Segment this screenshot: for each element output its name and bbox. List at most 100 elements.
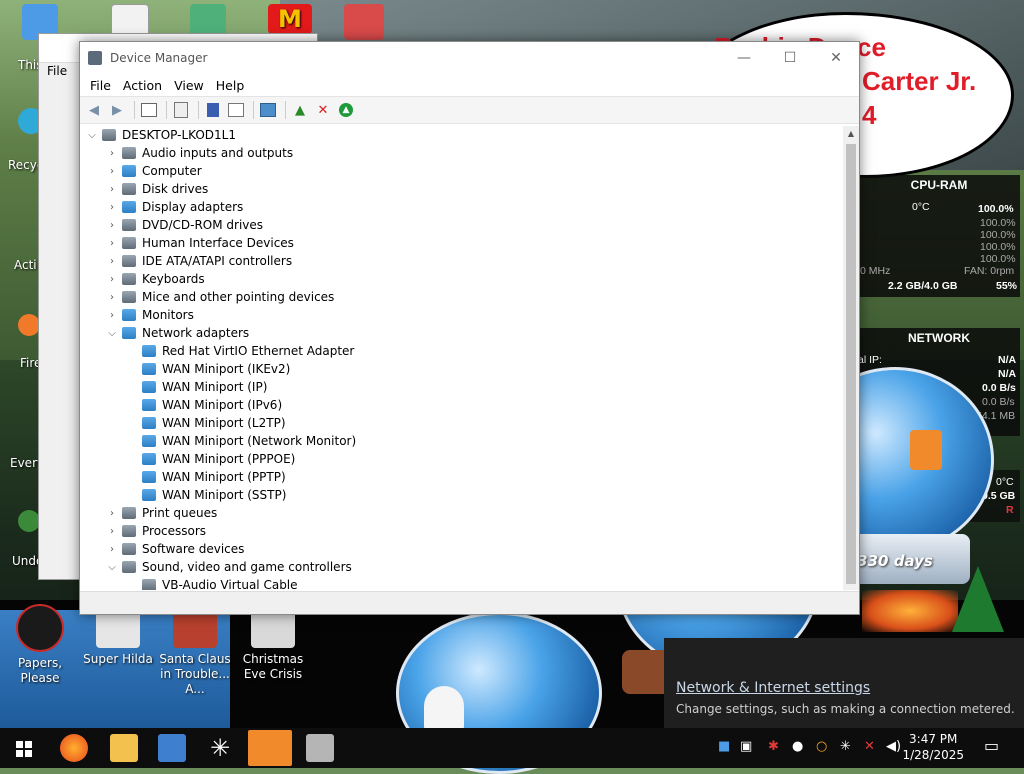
tree-category[interactable]: › Disk drives [80,180,842,198]
left-edge-label[interactable]: Acti [14,258,37,272]
show-hide-tree-icon[interactable] [139,100,159,120]
desktop-icon-santa-claus[interactable]: Santa Claus in Trouble... A... [153,604,237,697]
expand-chevron-icon[interactable]: › [106,310,118,321]
volume-icon[interactable]: ◀) [886,739,901,754]
fan-speed: FAN: 0rpm [964,265,1015,277]
papers-please-icon [16,604,64,652]
action-pane-icon[interactable] [226,100,246,120]
device-manager-titlebar[interactable]: Device Manager — ☐ ✕ [80,42,859,74]
close-button[interactable]: ✕ [813,42,859,74]
device-manager-taskbar-icon[interactable] [306,734,334,762]
expand-chevron-icon[interactable]: › [106,508,118,519]
help-icon[interactable] [203,100,223,120]
tray-app-icon[interactable]: ✱ [768,739,779,754]
expand-chevron-icon[interactable]: › [106,202,118,213]
taskbar-active-app-icon[interactable] [248,730,292,766]
tray-monitor-icon[interactable]: ▣ [740,739,752,754]
maximize-button[interactable]: ☐ [767,42,813,74]
tree-category[interactable]: › Monitors [80,306,842,324]
menu-action[interactable]: Action [117,78,168,93]
fireplace-glow [862,590,958,632]
device-tree[interactable]: ⌵ DESKTOP-LKOD1L1 › Audio inputs and outp… [80,126,842,590]
tree-category[interactable]: › Computer [80,162,842,180]
tree-device[interactable]: WAN Miniport (PPPOE) [80,450,842,468]
tree-category[interactable]: › Audio inputs and outputs [80,144,842,162]
tray-search-icon[interactable]: ○ [816,739,827,754]
scan-hardware-icon[interactable] [258,100,278,120]
collapse-chevron-icon[interactable]: ⌵ [106,562,118,573]
taskbar-app-icon[interactable] [158,734,186,762]
minimize-button[interactable]: — [721,42,767,74]
network-adapter-icon [142,381,156,393]
expand-chevron-icon[interactable]: › [106,274,118,285]
scrollbar-thumb[interactable] [846,144,856,584]
tree-device[interactable]: WAN Miniport (IKEv2) [80,360,842,378]
device-category-icon [122,255,136,267]
toolbar-separator [134,101,135,119]
tree-device[interactable]: WAN Miniport (SSTP) [80,486,842,504]
menu-view[interactable]: View [168,78,210,93]
network-disconnected-icon[interactable]: ✕ [864,739,875,754]
tree-device[interactable]: VB-Audio Virtual Cable [80,576,842,590]
scroll-up-icon[interactable]: ▲ [843,126,859,142]
clock-time: 3:47 PM [909,732,958,746]
expand-chevron-icon[interactable]: › [106,148,118,159]
tree-item-label: WAN Miniport (SSTP) [162,488,287,502]
tree-root[interactable]: ⌵ DESKTOP-LKOD1L1 [80,126,842,144]
tree-device[interactable]: Red Hat VirtIO Ethernet Adapter [80,342,842,360]
tree-device[interactable]: WAN Miniport (L2TP) [80,414,842,432]
notification-center-icon[interactable]: ▭ [984,736,999,755]
enable-device-icon[interactable]: ▲ [336,100,356,120]
firefox-taskbar-icon[interactable] [60,734,88,762]
collapse-chevron-icon[interactable]: ⌵ [106,328,118,339]
tree-item-label: Disk drives [142,182,209,196]
expand-chevron-icon[interactable]: › [106,526,118,537]
back-arrow-icon[interactable]: ◀ [84,100,104,120]
expand-chevron-icon[interactable]: › [106,166,118,177]
network-settings-link[interactable]: Network & Internet settings [676,680,870,696]
tree-item-label: Computer [142,164,202,178]
tree-category[interactable]: ⌵ Sound, video and game controllers [80,558,842,576]
background-window-menu-file[interactable]: File [47,64,67,78]
menu-file[interactable]: File [84,78,117,93]
tray-sparkle-icon[interactable]: ✳ [840,739,851,754]
expand-chevron-icon[interactable]: › [106,220,118,231]
tree-device[interactable]: WAN Miniport (PPTP) [80,468,842,486]
tree-category[interactable]: › Keyboards [80,270,842,288]
menu-help[interactable]: Help [210,78,251,93]
tree-device[interactable]: WAN Miniport (IP) [80,378,842,396]
tree-category[interactable]: ⌵ Network adapters [80,324,842,342]
tree-device[interactable]: WAN Miniport (Network Monitor) [80,432,842,450]
taskbar-sparkle-icon[interactable]: ✳ [206,734,234,762]
expand-chevron-icon[interactable]: › [106,184,118,195]
tree-category[interactable]: › IDE ATA/ATAPI controllers [80,252,842,270]
update-driver-icon[interactable]: ▲ [290,100,310,120]
vertical-scrollbar[interactable]: ▲ [843,126,859,590]
expand-chevron-icon[interactable]: › [106,238,118,249]
desktop-icon-5[interactable] [322,4,406,44]
uninstall-device-icon[interactable]: ✕ [313,100,333,120]
start-button[interactable] [10,734,38,762]
tree-category[interactable]: › DVD/CD-ROM drives [80,216,842,234]
properties-icon[interactable] [171,100,191,120]
expand-chevron-icon[interactable]: › [106,544,118,555]
tray-windows-icon[interactable]: ■ [718,739,730,754]
tray-droplet-icon[interactable]: ● [792,739,803,754]
desktop-icon-christmas-eve[interactable]: Christmas Eve Crisis [231,604,315,682]
tree-category[interactable]: › Mice and other pointing devices [80,288,842,306]
desktop-icon-papers-please[interactable]: Papers, Please [0,604,80,686]
tree-category[interactable]: › Human Interface Devices [80,234,842,252]
collapse-chevron-icon[interactable]: ⌵ [86,130,98,141]
expand-chevron-icon[interactable]: › [106,256,118,267]
tree-category[interactable]: › Display adapters [80,198,842,216]
tree-category[interactable]: › Processors [80,522,842,540]
expand-chevron-icon[interactable]: › [106,292,118,303]
tree-device[interactable]: WAN Miniport (IPv6) [80,396,842,414]
taskbar-clock[interactable]: 3:47 PM 1/28/2025 [902,731,964,763]
forward-arrow-icon[interactable]: ▶ [107,100,127,120]
network-adapter-icon [142,345,156,357]
tree-category[interactable]: › Software devices [80,540,842,558]
tree-category[interactable]: › Print queues [80,504,842,522]
file-explorer-icon[interactable] [110,734,138,762]
device-manager-window[interactable]: Device Manager — ☐ ✕ File Action View He… [79,41,860,615]
